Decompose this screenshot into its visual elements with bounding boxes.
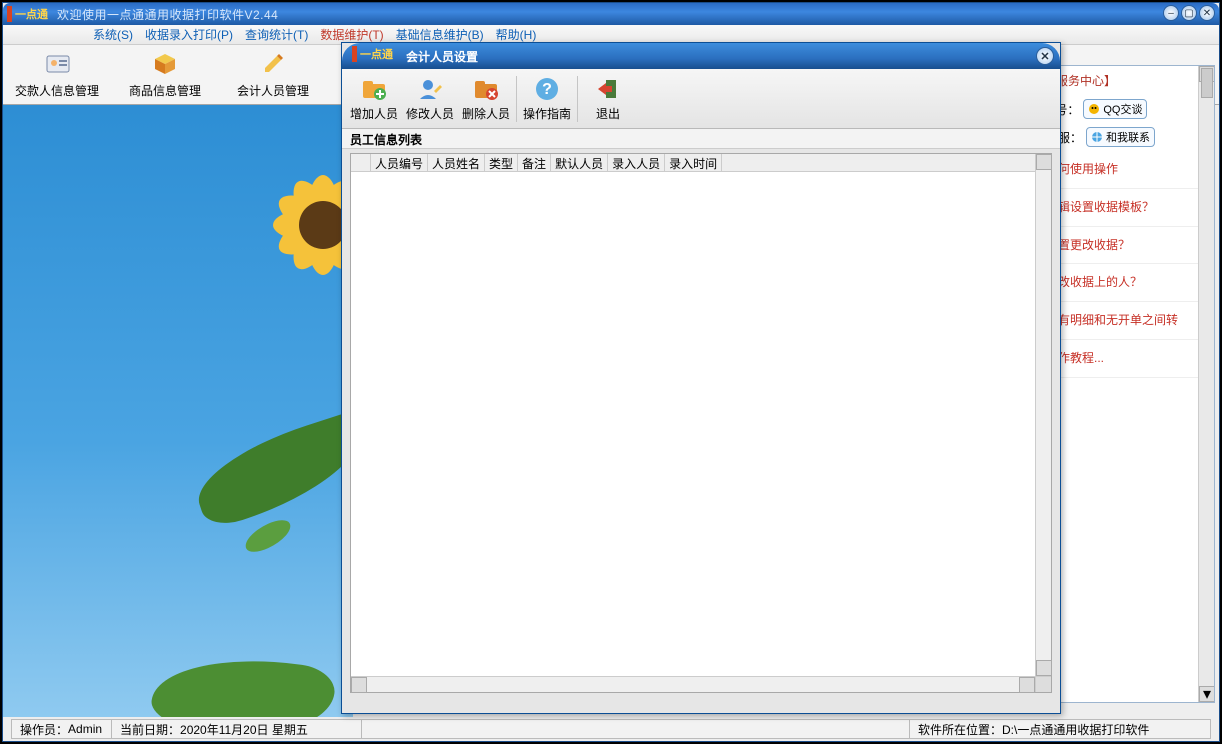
sunflower-icon (263, 165, 353, 285)
box-icon (151, 50, 179, 78)
edit-person-icon (416, 75, 444, 103)
delete-folder-icon (472, 75, 500, 103)
menu-query-stat[interactable]: 查询统计(T) (245, 26, 308, 43)
accountant-dialog: 一点通 会计人员设置 ✕ 增加人员 修改人员 删除人员 ? 操作指南 退出 员工… (341, 42, 1061, 714)
grid-horizontal-scrollbar[interactable] (351, 676, 1035, 692)
add-person-button[interactable]: 增加人员 (346, 75, 402, 122)
guide-label: 操作指南 (519, 105, 575, 122)
toolbar-separator (577, 76, 578, 122)
background-image (3, 105, 353, 717)
scroll-down-icon[interactable] (1036, 660, 1052, 676)
payer-info-label: 交款人信息管理 (3, 82, 111, 99)
edit-person-label: 修改人员 (402, 105, 458, 122)
help-link[interactable]: 设置更改收据？ (1040, 227, 1214, 265)
main-titlebar: 一点通 欢迎使用一点通通用收据打印软件V2.44 – ▢ ✕ (3, 3, 1219, 25)
add-person-label: 增加人员 (346, 105, 402, 122)
leaf-icon (187, 409, 353, 531)
date-value: 2020年11月20日 星期五 (180, 721, 308, 738)
add-folder-icon (360, 75, 388, 103)
help-icon: ? (533, 75, 561, 103)
help-link[interactable]: 操作教程... (1040, 340, 1214, 378)
help-link[interactable]: 如何使用操作 (1040, 151, 1214, 189)
date-label: 当前日期： (120, 721, 180, 738)
app-logo: 一点通 (7, 5, 51, 23)
contact-button[interactable]: 和我联系 (1086, 127, 1155, 147)
dialog-close-icon[interactable]: ✕ (1036, 47, 1054, 65)
help-link[interactable]: 更改收据上的人？ (1040, 264, 1214, 302)
service-sidebar: 线服务中心】 Q号： QQ交谈 客服： 和我联系 如何使用操作编辑设置收据模板？… (1039, 65, 1215, 703)
edit-person-button[interactable]: 修改人员 (402, 75, 458, 122)
row-selector-header[interactable] (351, 154, 371, 171)
leaf-icon (148, 645, 337, 717)
accountant-label: 会计人员管理 (219, 82, 327, 99)
menu-base-info[interactable]: 基础信息维护(B) (396, 26, 484, 43)
exit-label: 退出 (580, 105, 636, 122)
delete-person-button[interactable]: 删除人员 (458, 75, 514, 122)
close-icon[interactable]: ✕ (1199, 5, 1215, 21)
grid-corner (1035, 676, 1051, 692)
svg-text:一点通: 一点通 (360, 47, 393, 61)
pencil-icon (259, 50, 287, 78)
svg-text:?: ? (542, 81, 552, 98)
sidebar-header: 线服务中心】 (1040, 66, 1214, 95)
guide-button[interactable]: ? 操作指南 (519, 75, 575, 122)
payer-info-button[interactable]: 交款人信息管理 (3, 50, 111, 99)
location-label: 软件所在位置： (918, 721, 1002, 738)
scroll-thumb[interactable] (1201, 68, 1213, 98)
person-card-icon (43, 50, 71, 78)
location-value: D:\一点通通用收据打印软件 (1002, 721, 1149, 738)
dialog-titlebar[interactable]: 一点通 会计人员设置 ✕ (342, 43, 1060, 69)
section-header: 员工信息列表 (342, 129, 1060, 149)
menu-system[interactable]: 系统(S) (93, 26, 133, 43)
grid-header: 人员编号人员姓名类型备注默认人员录入人员录入时间 (351, 154, 1051, 172)
exit-icon (594, 75, 622, 103)
column-header[interactable]: 类型 (485, 154, 518, 171)
operator-value: Admin (68, 722, 102, 736)
scroll-left-icon[interactable] (351, 677, 367, 693)
grid-vertical-scrollbar[interactable] (1035, 154, 1051, 676)
toolbar-separator (516, 76, 517, 122)
window-title: 欢迎使用一点通通用收据打印软件V2.44 (57, 6, 278, 23)
menu-data-maintenance[interactable]: 数据维护(T) (320, 26, 383, 43)
column-header[interactable]: 默认人员 (551, 154, 608, 171)
accountant-button[interactable]: 会计人员管理 (219, 50, 327, 99)
help-link[interactable]: 编辑设置收据模板？ (1040, 189, 1214, 227)
dialog-toolbar: 增加人员 修改人员 删除人员 ? 操作指南 退出 (342, 69, 1060, 129)
employee-grid: 人员编号人员姓名类型备注默认人员录入人员录入时间 (350, 153, 1052, 693)
delete-person-label: 删除人员 (458, 105, 514, 122)
dialog-logo: 一点通 (352, 46, 396, 67)
status-bar: 操作员： Admin 当前日期： 2020年11月20日 星期五 软件所在位置：… (11, 719, 1211, 739)
minimize-icon[interactable]: – (1163, 5, 1179, 21)
globe-icon (1091, 131, 1103, 143)
column-header[interactable]: 备注 (518, 154, 551, 171)
column-header[interactable]: 录入人员 (608, 154, 665, 171)
column-header[interactable]: 人员姓名 (428, 154, 485, 171)
svg-text:一点通: 一点通 (15, 7, 48, 21)
qq-icon (1088, 103, 1100, 115)
product-info-button[interactable]: 商品信息管理 (111, 50, 219, 99)
exit-button[interactable]: 退出 (580, 75, 636, 122)
menu-receipt-print[interactable]: 收据录入打印(P) (145, 26, 233, 43)
operator-label: 操作员： (20, 721, 68, 738)
scroll-right-icon[interactable] (1019, 677, 1035, 693)
leaf-icon (241, 515, 296, 556)
maximize-icon[interactable]: ▢ (1181, 5, 1197, 21)
column-header[interactable]: 人员编号 (371, 154, 428, 171)
sidebar-scrollbar[interactable]: ▴ ▾ (1198, 66, 1214, 702)
dialog-title: 会计人员设置 (406, 48, 478, 65)
qq-chat-button[interactable]: QQ交谈 (1083, 99, 1147, 119)
menu-help[interactable]: 帮助(H) (496, 26, 537, 43)
product-info-label: 商品信息管理 (111, 82, 219, 99)
column-header[interactable]: 录入时间 (665, 154, 722, 171)
scroll-up-icon[interactable] (1036, 154, 1052, 170)
scroll-down-icon[interactable]: ▾ (1199, 686, 1215, 702)
help-link[interactable]: 在有明细和无开单之间转 (1040, 302, 1214, 340)
